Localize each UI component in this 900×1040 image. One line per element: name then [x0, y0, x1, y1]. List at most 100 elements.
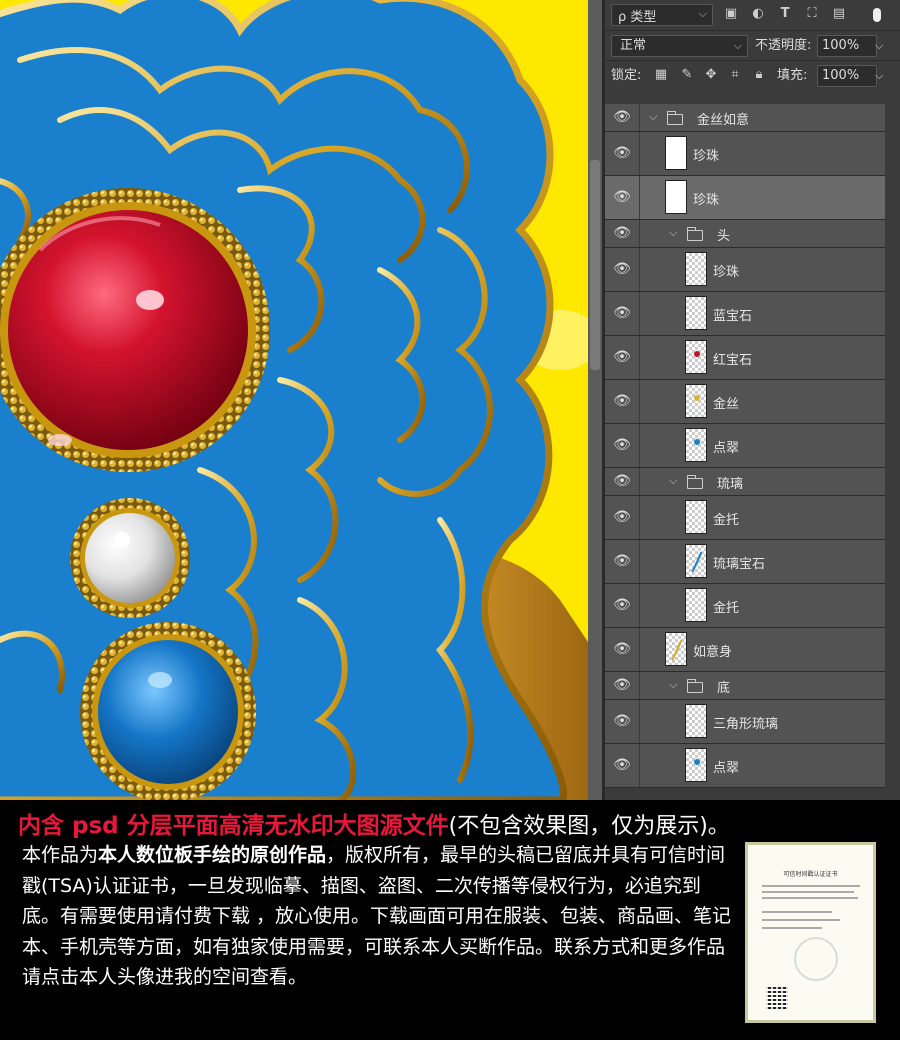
layer-thumbnail[interactable]: [685, 252, 707, 286]
layer-thumbnail[interactable]: [665, 632, 687, 666]
row-divider: [639, 292, 640, 335]
filter-label: ρ 类型: [618, 9, 657, 25]
layer-thumbnail[interactable]: [685, 428, 707, 462]
layer-thumbnail[interactable]: [685, 296, 707, 330]
canvas-scrollbar[interactable]: [588, 0, 602, 800]
layer-name: 金托: [713, 601, 740, 616]
opacity-input[interactable]: 100%: [817, 35, 877, 57]
thumbnail-mark: [694, 439, 700, 445]
eye-icon[interactable]: 👁︎: [613, 189, 631, 205]
chevron-down-icon[interactable]: ⌵: [875, 65, 883, 87]
eye-icon[interactable]: 👁︎: [613, 437, 631, 453]
row-divider: [639, 540, 640, 583]
layer-row[interactable]: 👁︎ 珍珠: [605, 176, 885, 220]
layer-name: 头: [717, 229, 731, 244]
body-part-1: 本作品为: [22, 844, 99, 866]
layer-name: 三角形琉璃: [713, 717, 779, 732]
blend-bar: 正常 ⌵ 不透明度: 100% ⌵: [605, 30, 900, 60]
lock-all-icon[interactable]: 🔒︎: [751, 67, 767, 83]
eye-icon[interactable]: 👁︎: [613, 393, 631, 409]
blend-mode-select[interactable]: 正常 ⌵: [611, 35, 748, 57]
row-divider: [639, 584, 640, 627]
layer-row[interactable]: 👁︎ 珍珠: [605, 248, 885, 292]
certificate-text-line: [762, 885, 860, 887]
eye-icon[interactable]: 👁︎: [613, 597, 631, 613]
layer-thumbnail[interactable]: [685, 588, 707, 622]
fill-input[interactable]: 100%: [817, 65, 877, 87]
eye-icon[interactable]: 👁︎: [613, 757, 631, 773]
artwork-canvas[interactable]: [0, 0, 600, 800]
chevron-down-icon[interactable]: ⌵: [669, 678, 677, 692]
filter-toggle[interactable]: [873, 8, 881, 22]
shape-filter-icon[interactable]: ⛶: [804, 6, 820, 22]
copyright-notice: 本作品为本人数位板手绘的原创作品，版权所有，最早的头稿已留底并具有可信时间戳(T…: [22, 840, 738, 993]
layer-row[interactable]: 👁︎ 金托: [605, 496, 885, 540]
row-divider: [639, 424, 640, 467]
eye-icon[interactable]: 👁︎: [613, 109, 631, 125]
layer-row[interactable]: 👁︎ 如意身: [605, 628, 885, 672]
eye-icon[interactable]: 👁︎: [613, 349, 631, 365]
lock-pixels-icon[interactable]: ✎: [679, 67, 695, 83]
eye-icon[interactable]: 👁︎: [613, 553, 631, 569]
eye-icon[interactable]: 👁︎: [613, 305, 631, 321]
layer-thumbnail[interactable]: [685, 384, 707, 418]
lock-label: 锁定:: [611, 68, 642, 83]
layer-name: 珍珠: [693, 149, 720, 164]
thumbnail-mark: [694, 351, 700, 357]
layer-group-row[interactable]: 👁︎ ⌵ 底: [605, 672, 885, 700]
headline-note: (不包含效果图，仅为展示)。: [448, 814, 730, 839]
adjustment-filter-icon[interactable]: ◐: [750, 6, 766, 22]
layer-row[interactable]: 👁︎ 珍珠: [605, 132, 885, 176]
smart-object-filter-icon[interactable]: ▤: [831, 6, 847, 22]
layer-row[interactable]: 👁︎ 点翠: [605, 424, 885, 468]
layer-name: 琉璃宝石: [713, 557, 766, 572]
chevron-down-icon[interactable]: ⌵: [669, 226, 677, 240]
layer-row[interactable]: 👁︎ 红宝石: [605, 336, 885, 380]
layer-name: 金丝: [713, 397, 740, 412]
lock-artboard-icon[interactable]: ⌗: [727, 67, 743, 83]
layer-name: 琉璃: [717, 477, 744, 492]
layer-thumbnail[interactable]: [665, 180, 687, 214]
layer-thumbnail[interactable]: [685, 544, 707, 578]
chevron-down-icon[interactable]: ⌵: [669, 474, 677, 488]
layer-thumbnail[interactable]: [685, 748, 707, 782]
layer-thumbnail[interactable]: [685, 500, 707, 534]
layer-thumbnail[interactable]: [685, 340, 707, 374]
layers-panel: ρ 类型 ⌵ ▣ ◐ T ⛶ ▤ 正常 ⌵ 不透明度: 100% ⌵ 锁定: ▦…: [605, 0, 900, 800]
pearl-gem: [85, 513, 175, 603]
layer-group-row[interactable]: 👁︎ ⌵ 头: [605, 220, 885, 248]
layer-row[interactable]: 👁︎ 金丝: [605, 380, 885, 424]
layer-group-row[interactable]: 👁︎ ⌵ 金丝如意: [605, 104, 885, 132]
layer-row[interactable]: 👁︎ 三角形琉璃: [605, 700, 885, 744]
layer-group-row[interactable]: 👁︎ ⌵ 琉璃: [605, 468, 885, 496]
eye-icon[interactable]: 👁︎: [613, 677, 631, 693]
layer-name: 金托: [713, 513, 740, 528]
layer-row[interactable]: 👁︎ 金托: [605, 584, 885, 628]
ruyi-artwork: [0, 0, 600, 800]
layer-filter-select[interactable]: ρ 类型 ⌵: [611, 4, 713, 26]
image-filter-icon[interactable]: ▣: [723, 6, 739, 22]
eye-icon[interactable]: 👁︎: [613, 473, 631, 489]
layer-name: 珍珠: [713, 265, 740, 280]
eye-icon[interactable]: 👁︎: [613, 225, 631, 241]
layer-thumbnail[interactable]: [665, 136, 687, 170]
eye-icon[interactable]: 👁︎: [613, 713, 631, 729]
thumbnail-mark: [694, 759, 700, 765]
eye-icon[interactable]: 👁︎: [613, 261, 631, 277]
eye-icon[interactable]: 👁︎: [613, 641, 631, 657]
chevron-down-icon[interactable]: ⌵: [875, 35, 883, 57]
layer-row[interactable]: 👁︎ 点翠: [605, 744, 885, 788]
lock-position-icon[interactable]: ✥: [703, 67, 719, 83]
eye-icon[interactable]: 👁︎: [613, 145, 631, 161]
layer-name: 蓝宝石: [713, 309, 753, 324]
folder-icon: [686, 227, 703, 241]
layer-thumbnail[interactable]: [685, 704, 707, 738]
text-filter-icon[interactable]: T: [777, 6, 793, 22]
canvas-scrollbar-thumb[interactable]: [590, 160, 600, 370]
lock-transparency-icon[interactable]: ▦: [653, 67, 669, 83]
eye-icon[interactable]: 👁︎: [613, 509, 631, 525]
layer-row[interactable]: 👁︎ 蓝宝石: [605, 292, 885, 336]
layer-row[interactable]: 👁︎ 琉璃宝石: [605, 540, 885, 584]
chevron-down-icon[interactable]: ⌵: [649, 110, 657, 124]
certificate-text-line: [762, 891, 854, 893]
